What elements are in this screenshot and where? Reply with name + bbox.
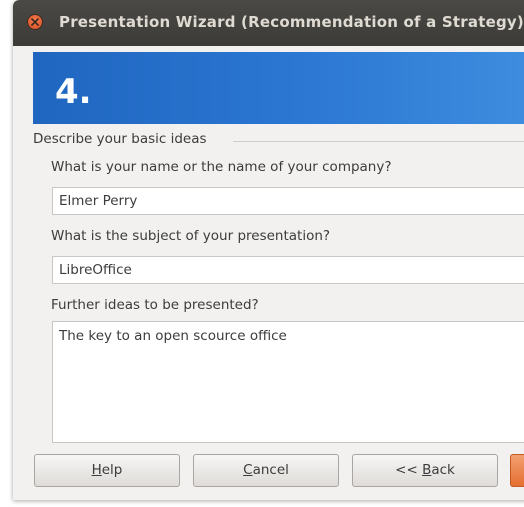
help-button[interactable]: Help — [34, 454, 180, 487]
title-bar[interactable]: Presentation Wizard (Recommendation of a… — [13, 0, 524, 46]
next-button[interactable] — [510, 454, 524, 487]
back-label: ack — [431, 462, 455, 478]
subject-field[interactable] — [52, 256, 524, 284]
ideas-textarea[interactable]: The key to an open scource office — [52, 321, 524, 443]
step-number: 4. — [55, 72, 92, 112]
back-mnemonic: B — [422, 462, 432, 478]
wizard-window: Presentation Wizard (Recommendation of a… — [13, 0, 524, 500]
name-field[interactable] — [52, 187, 524, 215]
cancel-mnemonic: C — [243, 462, 253, 478]
help-label: elp — [101, 462, 123, 478]
group-label: Describe your basic ideas — [33, 131, 213, 147]
subject-field-label: What is the subject of your presentation… — [51, 228, 331, 244]
name-field-label: What is your name or the name of your co… — [51, 159, 392, 175]
cancel-label: ancel — [252, 462, 289, 478]
ideas-field-label: Further ideas to be presented? — [51, 297, 259, 313]
back-prefix: << — [395, 462, 423, 478]
close-icon[interactable] — [27, 14, 43, 30]
group-divider — [233, 141, 524, 142]
back-button[interactable]: << Back — [352, 454, 498, 487]
step-banner: 4. — [33, 52, 524, 124]
help-mnemonic: H — [91, 462, 102, 478]
window-title: Presentation Wizard (Recommendation of a… — [59, 13, 524, 31]
cancel-button[interactable]: Cancel — [193, 454, 339, 487]
close-x-glyph — [31, 18, 39, 26]
